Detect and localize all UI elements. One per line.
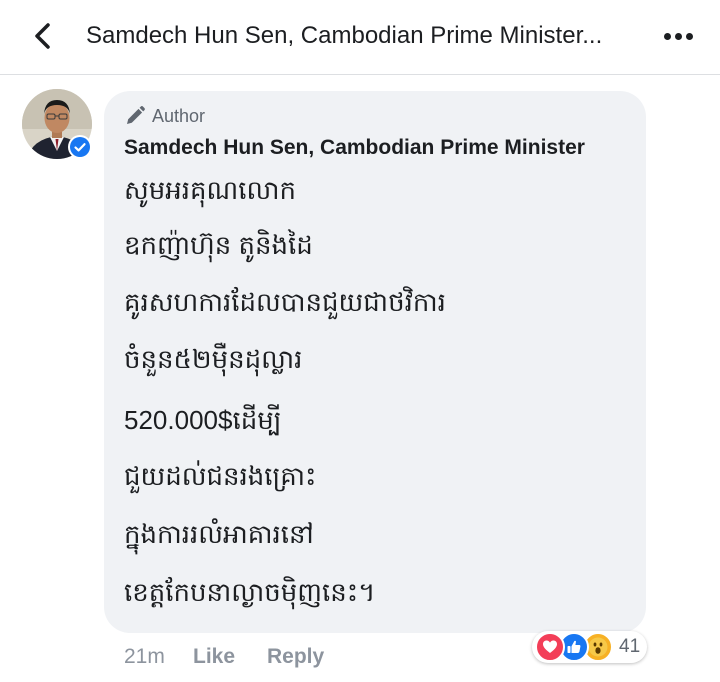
comment-text-line: ជួយដល់ជនរងគ្រោះ [124, 461, 317, 491]
pencil-icon [127, 106, 145, 124]
author-badge-label: Author [152, 105, 206, 126]
love-reaction-icon [535, 632, 565, 662]
reactions-summary[interactable]: 41 [532, 631, 647, 663]
author-name-link[interactable]: Samdech Hun Sen, Cambodian Prime Ministe… [124, 134, 585, 162]
like-button[interactable]: Like [193, 643, 235, 671]
page-title: Samdech Hun Sen, Cambodian Prime Ministe… [86, 22, 603, 49]
comment-timestamp[interactable]: 21m [124, 643, 165, 671]
chevron-left-icon [35, 23, 50, 49]
comment-text-line: ចំនួន៥២ម៉ឺនដុល្លារ [124, 344, 303, 374]
comment-text-line: ឧកញ៉ាហ៊ុន តូនិងដៃ [124, 230, 313, 260]
avatar[interactable] [22, 89, 92, 159]
verified-check-icon [68, 135, 92, 159]
more-options-button[interactable] [656, 20, 700, 52]
top-bar: Samdech Hun Sen, Cambodian Prime Ministe… [0, 0, 720, 75]
reaction-count: 41 [619, 636, 641, 657]
author-badge: Author [124, 103, 205, 129]
more-horizontal-icon [663, 32, 671, 40]
back-button[interactable] [22, 16, 62, 56]
comment-text-line: គូរសហការដែលបានជួយជាថវិការ [124, 287, 446, 317]
reply-button[interactable]: Reply [267, 643, 324, 671]
comment-text-line: 520.000$ដើម្បី [124, 405, 282, 435]
comment-text-line: ខេត្តកែបនាល្ងាចម៉ិញនេះ។ [124, 577, 376, 607]
comment-text-line: ក្នុងការរលំអាគារនៅ [124, 519, 314, 549]
comment-text-line: សូមអរគុណលោក [124, 175, 297, 205]
